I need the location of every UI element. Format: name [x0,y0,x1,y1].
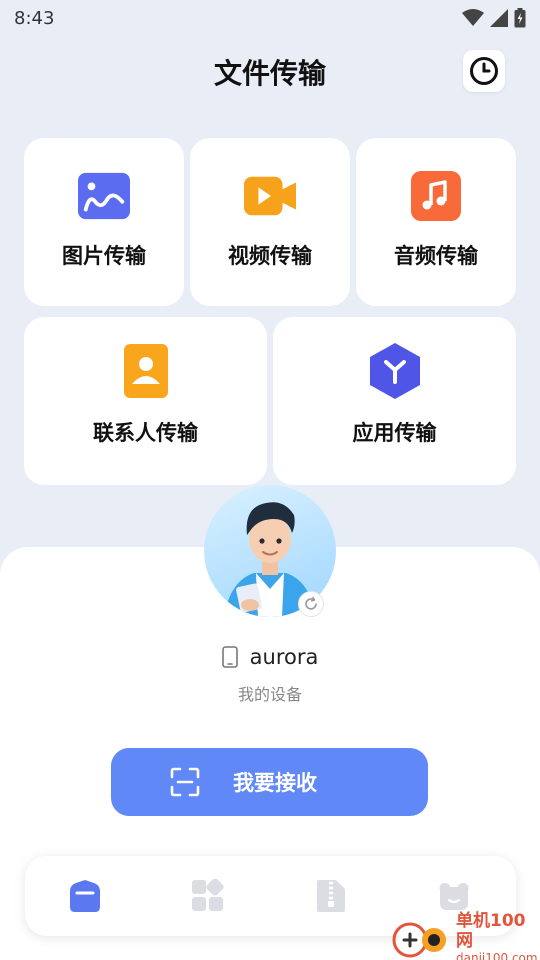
app-cube-icon [369,343,421,399]
profile-face-icon [439,883,469,910]
watermark-site-name: 单机100网 [456,910,526,951]
home-icon [70,880,100,912]
receive-button-label: 我要接收 [233,771,317,795]
file-archive-icon [317,880,345,912]
video-transfer-label: 视频传输 [228,244,312,268]
history-button[interactable] [463,50,505,92]
contact-transfer-label: 联系人传输 [93,421,198,445]
status-bar: 8:43 [0,0,540,36]
battery-charging-icon [514,8,526,28]
status-icons [462,8,526,28]
device-info: aurora [0,645,540,669]
status-time: 8:43 [14,7,55,29]
receive-button[interactable]: 我要接收 [111,748,428,816]
wifi-icon [462,9,484,26]
nav-home[interactable] [65,876,105,916]
scan-icon [169,766,201,798]
image-icon [78,172,130,220]
nav-apps[interactable] [188,876,228,916]
image-transfer-label: 图片传输 [62,244,146,268]
nav-files[interactable] [311,876,351,916]
refresh-icon [305,596,317,610]
clock-icon [470,57,498,85]
watermark-logo [390,918,454,958]
video-camera-icon [244,172,296,220]
apps-grid-icon [192,879,224,911]
device-subtitle: 我的设备 [237,685,302,704]
phone-icon [221,646,238,668]
watermark: 单机100网 danji100.com [390,911,540,960]
audio-transfer-label: 音频传输 [394,244,478,268]
watermark-url: danji100.com [456,950,538,960]
contact-icon [120,344,172,398]
page-title: 文件传输 [213,57,326,90]
app-transfer-label: 应用传输 [352,421,437,445]
contact-transfer-card[interactable]: 联系人传输 [24,317,267,485]
video-transfer-card[interactable]: 视频传输 [190,138,350,306]
device-name: aurora [249,645,319,669]
music-note-icon [410,171,462,221]
app-transfer-card[interactable]: 应用传输 [273,317,516,485]
refresh-button[interactable] [298,591,324,617]
cellular-signal-icon [490,9,508,27]
image-transfer-card[interactable]: 图片传输 [24,138,184,306]
audio-transfer-card[interactable]: 音频传输 [356,138,516,306]
